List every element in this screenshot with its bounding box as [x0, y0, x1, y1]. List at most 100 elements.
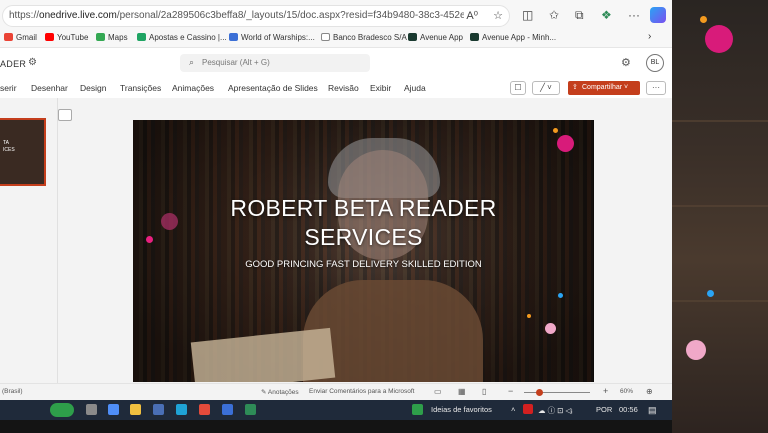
- zoom-slider-track[interactable]: [524, 392, 590, 393]
- taskbar: Ideias de favoritos ˄ ☁ ⓘ ⊡ ◁ᵢ POR 00:56…: [0, 400, 672, 420]
- feedback-link[interactable]: Enviar Comentários para a Microsoft: [309, 388, 415, 395]
- browser-window: https://onedrive.live.com/personal/2a289…: [0, 0, 672, 400]
- screen: https://onedrive.live.com/personal/2a289…: [0, 0, 768, 433]
- favorites-icon[interactable]: ✩: [549, 8, 559, 22]
- shelf-line: [672, 300, 768, 302]
- maps-icon: [96, 33, 105, 41]
- tray-icons[interactable]: ☁ ⓘ ⊡ ◁ᵢ: [538, 405, 572, 416]
- favorite-apostas[interactable]: Apostas e Cassino |...: [137, 33, 227, 42]
- slide-title[interactable]: ROBERT BETA READER SERVICES: [133, 194, 594, 252]
- url-text: https://onedrive.live.com/personal/2a289…: [9, 10, 464, 21]
- editor-workspace: TA ICES ROBERT BETA READER SERVICES GOOD…: [0, 98, 672, 383]
- slide-title-line2: SERVICES: [304, 224, 423, 250]
- apostas-icon: [137, 33, 146, 41]
- slide-title-line1: ROBERT BETA READER: [230, 195, 497, 221]
- tab-revisao[interactable]: Revisão: [328, 83, 359, 93]
- store-icon[interactable]: [153, 404, 164, 415]
- desktop-background: [672, 0, 768, 433]
- bottom-strip: [0, 420, 672, 433]
- language-status[interactable]: (Brasil): [2, 388, 23, 395]
- share-icon: ⇪: [572, 84, 578, 91]
- zoom-level[interactable]: 60%: [620, 388, 633, 395]
- share-label: Compartilhar: [582, 84, 623, 91]
- address-bar: https://onedrive.live.com/personal/2a289…: [0, 0, 672, 30]
- tab-apresentacao-de-slides[interactable]: Apresentação de Slides: [228, 83, 318, 93]
- slide-canvas[interactable]: ROBERT BETA READER SERVICES GOOD PRINCIN…: [133, 120, 594, 382]
- favorite-avenue-app-minha[interactable]: Avenue App - Minh...: [470, 33, 556, 42]
- slide-dot-light-pink: [545, 323, 556, 334]
- slide-dot-small-orange: [527, 314, 531, 318]
- favorites-ideas-label[interactable]: Ideias de favoritos: [431, 405, 492, 414]
- favorite-gmail[interactable]: Gmail: [4, 33, 37, 42]
- slide-dot-blue: [558, 293, 563, 298]
- favorites-ideas-icon[interactable]: [412, 404, 423, 415]
- split-screen-icon[interactable]: ◫: [522, 8, 533, 22]
- sync-status-icon[interactable]: ⚙: [28, 57, 37, 68]
- copilot-taskbar-icon[interactable]: [108, 404, 119, 415]
- settings-gear-icon[interactable]: ⚙: [621, 56, 631, 69]
- zoom-out-button[interactable]: −: [508, 386, 513, 396]
- notes-button[interactable]: ✎ Anotações: [261, 388, 299, 396]
- favorite-star-icon[interactable]: ☆: [493, 10, 503, 22]
- decor-dot-orange: [700, 16, 707, 23]
- pen-button[interactable]: ╱ ˅: [532, 81, 560, 95]
- task-view-icon[interactable]: [86, 404, 97, 415]
- app-header: ADER ⚙ ⌕ Pesquisar (Alt + G) ⚙: [0, 48, 672, 78]
- app-icon[interactable]: [222, 404, 233, 415]
- favorite-bradesco[interactable]: Banco Bradesco S/A: [321, 33, 407, 42]
- slide-sorter-icon[interactable]: ▦: [458, 387, 466, 396]
- fit-slide-icon[interactable]: ⊕: [646, 387, 653, 396]
- avatar[interactable]: BL: [646, 54, 664, 72]
- tab-animacoes[interactable]: Animações: [172, 83, 214, 93]
- reading-view-icon[interactable]: ▯: [482, 387, 486, 396]
- edge-icon[interactable]: [176, 404, 187, 415]
- copilot-icon[interactable]: [650, 7, 666, 23]
- slide-thumbnail[interactable]: TA ICES: [0, 118, 46, 186]
- gmail-icon: [4, 33, 13, 41]
- file-explorer-icon[interactable]: [130, 404, 141, 415]
- thumbnail-title-line1: TA: [3, 140, 10, 146]
- weather-widget-icon[interactable]: [50, 403, 74, 417]
- document-icon: [321, 33, 330, 41]
- zoom-slider-handle[interactable]: [536, 389, 543, 396]
- favorite-world-of-warships[interactable]: World of Warships:...: [229, 33, 315, 42]
- favorite-maps[interactable]: Maps: [96, 33, 128, 42]
- extension-icon[interactable]: ❖: [601, 8, 612, 22]
- tab-transicoes[interactable]: Transições: [120, 83, 161, 93]
- url-actions: A⁰ ☆: [466, 9, 503, 22]
- zoom-in-button[interactable]: +: [603, 386, 608, 396]
- favorite-avenue-app[interactable]: Avenue App: [408, 33, 463, 42]
- favorites-bar: Gmail YouTube Maps Apostas e Cassino |..…: [0, 30, 672, 48]
- collections-icon[interactable]: ⧉: [575, 8, 584, 23]
- tab-desenhar[interactable]: Desenhar: [31, 83, 68, 93]
- tab-exibir[interactable]: Exibir: [370, 83, 391, 93]
- url-field[interactable]: https://onedrive.live.com/personal/2a289…: [2, 5, 510, 27]
- search-input[interactable]: ⌕ Pesquisar (Alt + G): [180, 54, 370, 72]
- favorites-more-chevron-icon[interactable]: ›: [648, 31, 651, 42]
- status-bar: (Brasil) ✎ Anotações Enviar Comentários …: [0, 383, 672, 400]
- tab-design[interactable]: Design: [80, 83, 106, 93]
- clock-time[interactable]: 00:56: [619, 405, 638, 414]
- decor-dot-light-pink: [686, 340, 706, 360]
- green-app-icon[interactable]: [245, 404, 256, 415]
- tab-inserir[interactable]: serir: [0, 83, 17, 93]
- share-button[interactable]: ⇪ Compartilhar ˅: [568, 81, 640, 95]
- document-title[interactable]: ADER: [0, 59, 26, 69]
- tab-ajuda[interactable]: Ajuda: [404, 83, 426, 93]
- tray-app-icon[interactable]: [523, 404, 533, 414]
- favorite-youtube[interactable]: YouTube: [45, 33, 88, 42]
- chrome-icon[interactable]: [199, 404, 210, 415]
- input-language[interactable]: POR: [596, 405, 612, 414]
- slide-subtitle[interactable]: GOOD PRINCING FAST DELIVERY SKILLED EDIT…: [133, 259, 594, 270]
- comments-button[interactable]: ☐: [510, 81, 526, 95]
- collapse-pane-button[interactable]: [58, 109, 72, 121]
- read-aloud-icon[interactable]: A⁰: [466, 10, 478, 22]
- normal-view-icon[interactable]: ▭: [434, 387, 442, 396]
- avenue-icon: [470, 33, 479, 41]
- notifications-icon[interactable]: ▤: [648, 405, 657, 416]
- avenue-icon: [408, 33, 417, 41]
- warships-icon: [229, 33, 238, 41]
- more-options-button[interactable]: ···: [646, 81, 666, 95]
- settings-more-icon[interactable]: ···: [628, 8, 640, 22]
- tray-chevron-icon[interactable]: ˄: [511, 405, 515, 414]
